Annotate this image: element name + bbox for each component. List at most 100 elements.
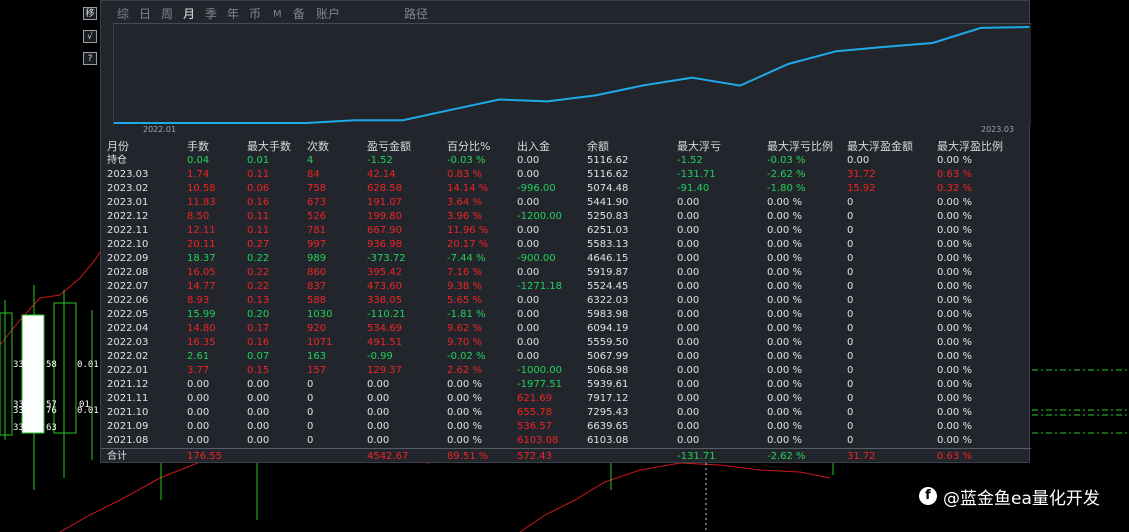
equity-point-2022.08 xyxy=(691,76,693,79)
tab-account[interactable]: 账户 xyxy=(316,7,340,21)
cell-balance: 5939.61 xyxy=(587,379,629,390)
cell-max-floating-loss-pct: 0.00 % xyxy=(767,393,802,404)
cell-month: 2022.01 xyxy=(107,365,149,376)
cell-max-floating-loss-pct: 0.00 % xyxy=(767,407,802,418)
cell-max-floating-loss: 0.00 xyxy=(677,225,700,236)
cell-max-floating-loss: 0.00 xyxy=(677,337,700,348)
cell-deposit: -1977.51 xyxy=(517,379,562,390)
cell-max-floating-loss-pct: -1.80 % xyxy=(767,183,806,194)
cell-max-floating-loss-pct: 0.00 % xyxy=(767,281,802,292)
equity-point-2021.10 xyxy=(209,122,212,124)
equity-point-2022.09 xyxy=(739,84,741,87)
tab-path[interactable]: 路径 xyxy=(404,7,428,21)
cell-max-floating-profit-pct: 0.00 % xyxy=(937,281,972,292)
cell-deposit: 0.00 xyxy=(517,323,540,334)
total-max-floating-profit-pct: 0.63 % xyxy=(937,451,972,462)
cell-deposit: -1200.00 xyxy=(517,211,562,222)
cell-max-floating-profit: 0 xyxy=(847,435,854,446)
cell-max-floating-profit-pct: 0.00 % xyxy=(937,295,972,306)
cell-percent: -7.44 % xyxy=(447,253,486,264)
cell-max-floating-loss-pct: 0.00 % xyxy=(767,309,802,320)
cell-max-floating-profit-pct: 0.63 % xyxy=(937,169,972,180)
cell-deposit: 0.00 xyxy=(517,225,540,236)
equity-point-2022.06 xyxy=(594,94,597,97)
cell-trades: 0 xyxy=(307,407,314,418)
cell-trades: 0 xyxy=(307,393,314,404)
cell-profit: 199.80 xyxy=(367,211,402,222)
cell-max-floating-profit-pct: 0.00 % xyxy=(937,239,972,250)
tab-overview[interactable]: 综 xyxy=(117,7,129,21)
cell-max-floating-loss-pct: 0.00 % xyxy=(767,323,802,334)
equity-point-2022.03 xyxy=(450,109,452,111)
cell-profit: 129.37 xyxy=(367,365,402,376)
cell-max-lots: 0.22 xyxy=(247,253,270,264)
cell-max-floating-profit: 0 xyxy=(847,351,854,362)
cell-max-lots: 0.07 xyxy=(247,351,270,362)
cell-lots: 8.93 xyxy=(187,295,210,306)
tab-currency[interactable]: 币 xyxy=(249,7,261,21)
cell-max-lots: 0.00 xyxy=(247,407,270,418)
tab-m[interactable]: M xyxy=(273,8,282,22)
cell-lots: 0.00 xyxy=(187,393,210,404)
tab-note[interactable]: 备 xyxy=(293,7,305,21)
cell-trades: 837 xyxy=(307,281,327,292)
cell-percent: -0.02 % xyxy=(447,351,486,362)
cell-balance: 7295.43 xyxy=(587,407,629,418)
cell-max-floating-loss: -131.71 xyxy=(677,169,716,180)
cell-profit: 0.00 xyxy=(367,393,390,404)
cell-profit: 0.00 xyxy=(367,435,390,446)
cell-balance: 5441.90 xyxy=(587,197,629,208)
cell-percent: 0.00 % xyxy=(447,435,482,446)
check-button[interactable]: √ xyxy=(83,30,97,43)
cell-deposit: 655.78 xyxy=(517,407,552,418)
cell-trades: 4 xyxy=(307,155,314,166)
candle-label: 63 xyxy=(46,423,57,433)
cell-percent: -1.81 % xyxy=(447,309,486,320)
cell-balance: 5116.62 xyxy=(587,169,629,180)
cell-max-floating-profit: 0 xyxy=(847,197,854,208)
move-button[interactable]: 移 xyxy=(83,7,97,20)
cell-month: 2022.06 xyxy=(107,295,149,306)
cell-month: 2022.10 xyxy=(107,239,149,250)
cell-deposit: 0.00 xyxy=(517,239,540,250)
cell-lots: 16.05 xyxy=(187,267,216,278)
cell-max-floating-profit-pct: 0.00 % xyxy=(937,253,972,264)
equity-chart-svg xyxy=(114,26,1030,124)
tab-quarter[interactable]: 季 xyxy=(205,7,217,21)
cell-max-floating-profit: 31.72 xyxy=(847,169,876,180)
equity-point-2021.12 xyxy=(305,122,308,124)
candle-label: 76 xyxy=(46,406,57,416)
equity-chart: 2022.01 2023.03 xyxy=(113,23,1031,134)
tab-week[interactable]: 周 xyxy=(161,7,173,21)
cell-max-lots: 0.00 xyxy=(247,421,270,432)
cell-month: 2023.03 xyxy=(107,169,149,180)
cell-deposit: 0.00 xyxy=(517,155,540,166)
header-max-floating-profit-pct: 最大浮盈比例 xyxy=(937,140,1003,153)
tab-month[interactable]: 月 xyxy=(183,7,195,21)
help-button[interactable]: ? xyxy=(83,52,97,65)
cell-max-floating-profit: 0 xyxy=(847,295,854,306)
cell-deposit: -996.00 xyxy=(517,183,556,194)
cell-max-floating-profit: 0 xyxy=(847,337,854,348)
cell-lots: 14.80 xyxy=(187,323,216,334)
cell-max-lots: 0.13 xyxy=(247,295,270,306)
cell-lots: 0.04 xyxy=(187,155,210,166)
cell-max-floating-loss-pct: 0.00 % xyxy=(767,253,802,264)
cell-max-lots: 0.00 xyxy=(247,435,270,446)
cell-percent: 0.00 % xyxy=(447,421,482,432)
cell-max-floating-profit-pct: 0.32 % xyxy=(937,183,972,194)
tab-day[interactable]: 日 xyxy=(139,7,151,21)
cell-max-lots: 0.11 xyxy=(247,225,270,236)
cell-max-lots: 0.16 xyxy=(247,337,270,348)
cell-month: 2021.08 xyxy=(107,435,149,446)
cell-max-floating-loss: 0.00 xyxy=(677,365,700,376)
cell-max-floating-profit: 0 xyxy=(847,309,854,320)
cell-max-lots: 0.17 xyxy=(247,323,270,334)
tab-year[interactable]: 年 xyxy=(227,7,239,21)
cell-max-floating-loss: 0.00 xyxy=(677,421,700,432)
cell-month: 持仓 xyxy=(107,155,127,166)
equity-point-2021.11 xyxy=(257,122,260,124)
cell-month: 2023.02 xyxy=(107,183,149,194)
cell-max-floating-loss: 0.00 xyxy=(677,351,700,362)
cell-percent: 7.16 % xyxy=(447,267,482,278)
